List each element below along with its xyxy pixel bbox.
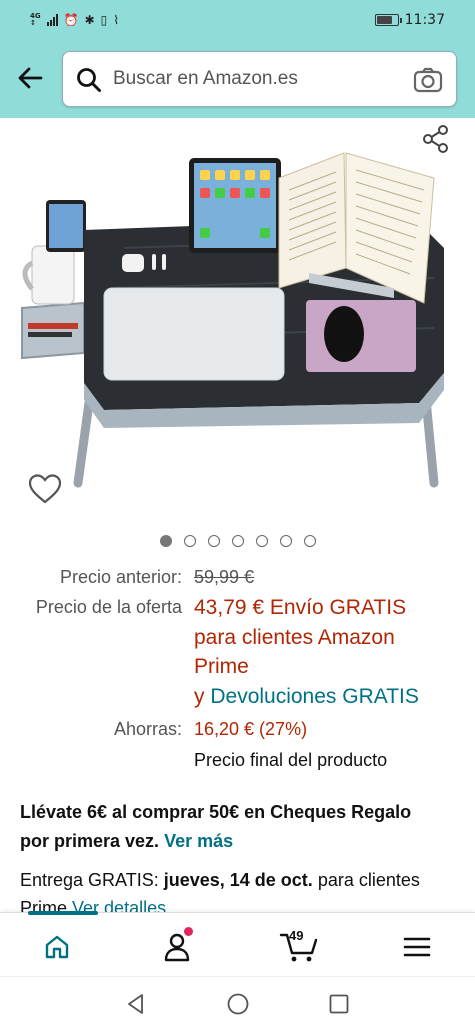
returns-prefix: y [194,685,205,708]
home-icon [45,935,69,959]
search-box[interactable] [62,51,457,107]
nfc-icon: ⌇ [113,13,120,27]
nav-cart[interactable]: 49 [276,927,322,967]
promo-line2-wrap: por primera vez. Ver más [20,827,460,856]
previous-price-label: Precio anterior: [59,567,182,587]
delivery-suffix: para clientes [317,870,420,890]
delivery-date: jueves, 14 de oct. [163,870,313,890]
deal-price-label: Precio de la oferta [35,597,182,617]
notification-dot [184,927,193,936]
recents-square-icon[interactable] [327,992,351,1016]
nav-home[interactable] [37,927,77,967]
back-triangle-icon[interactable] [124,992,148,1016]
nav-account[interactable] [157,927,197,967]
final-price-note: Precio final del producto [194,750,388,770]
home-circle-icon[interactable] [226,992,250,1016]
free-returns-link[interactable]: Devoluciones GRATIS [210,685,419,708]
alarm-icon: ⏰ [63,13,79,27]
product-image[interactable] [14,138,464,498]
heart-icon[interactable] [28,473,62,505]
bottom-nav: 49 [0,911,475,976]
nav-menu[interactable] [397,927,437,967]
savings-label: Ahorras: [113,719,182,739]
pagination-dot[interactable] [183,535,196,547]
status-right: 11:37 [374,12,445,28]
clock: 11:37 [404,12,445,28]
product-gallery[interactable] [0,118,475,523]
share-icon[interactable] [421,124,451,154]
deal-price-value: 43,79 € [194,596,265,619]
deal-price-line2: para clientes Amazon [194,626,395,649]
battery-icon [374,14,402,26]
gallery-pagination[interactable] [0,535,475,547]
promo-line2: por primera vez. [20,831,160,851]
pagination-dot[interactable] [255,535,268,547]
search-input[interactable] [113,68,393,90]
promo-line1: Llévate 6€ al comprar 50€ en Cheques Reg… [20,802,412,822]
camera-icon[interactable] [412,64,444,96]
active-tab-indicator [28,911,98,915]
delivery-prefix: Entrega GRATIS: [20,870,159,890]
search-icon [77,68,101,92]
menu-icon [403,937,431,957]
pagination-dot[interactable] [207,535,220,547]
system-nav [0,976,475,1029]
pagination-dot[interactable] [231,535,244,547]
user-icon [164,933,190,962]
back-arrow-icon[interactable] [14,62,46,94]
cart-count: 49 [289,928,304,943]
previous-price: 59,99 € [194,567,255,587]
savings-value: 16,20 € (27%) [194,719,308,739]
returns-line: y Devoluciones GRATIS [194,682,419,712]
bluetooth-icon: ✱ [84,13,95,27]
promo-more-link[interactable]: Ver más [164,831,233,851]
status-bar: 4G ↕ ⏰ ✱ ▯ ⌇ 11:37 [0,0,475,40]
pagination-dot[interactable] [303,535,316,547]
free-shipping-text: Envío GRATIS [269,596,407,619]
signal-icon [46,14,58,26]
deal-price-line3: Prime [194,655,249,678]
vibrate-icon: ▯ [100,13,108,27]
pagination-dot[interactable] [159,535,172,547]
pagination-dot[interactable] [279,535,292,547]
search-header [0,40,475,118]
delivery-line1: Entrega GRATIS: jueves, 14 de oct. para … [20,866,460,894]
network-type: 4G ↕ [30,12,41,27]
gift-card-promo: Llévate 6€ al comprar 50€ en Cheques Reg… [20,798,460,856]
delivery-info: Entrega GRATIS: jueves, 14 de oct. para … [20,866,460,916]
status-left: 4G ↕ ⏰ ✱ ▯ ⌇ [30,12,120,28]
deal-price: 43,79 € Envío GRATIS [194,593,464,623]
